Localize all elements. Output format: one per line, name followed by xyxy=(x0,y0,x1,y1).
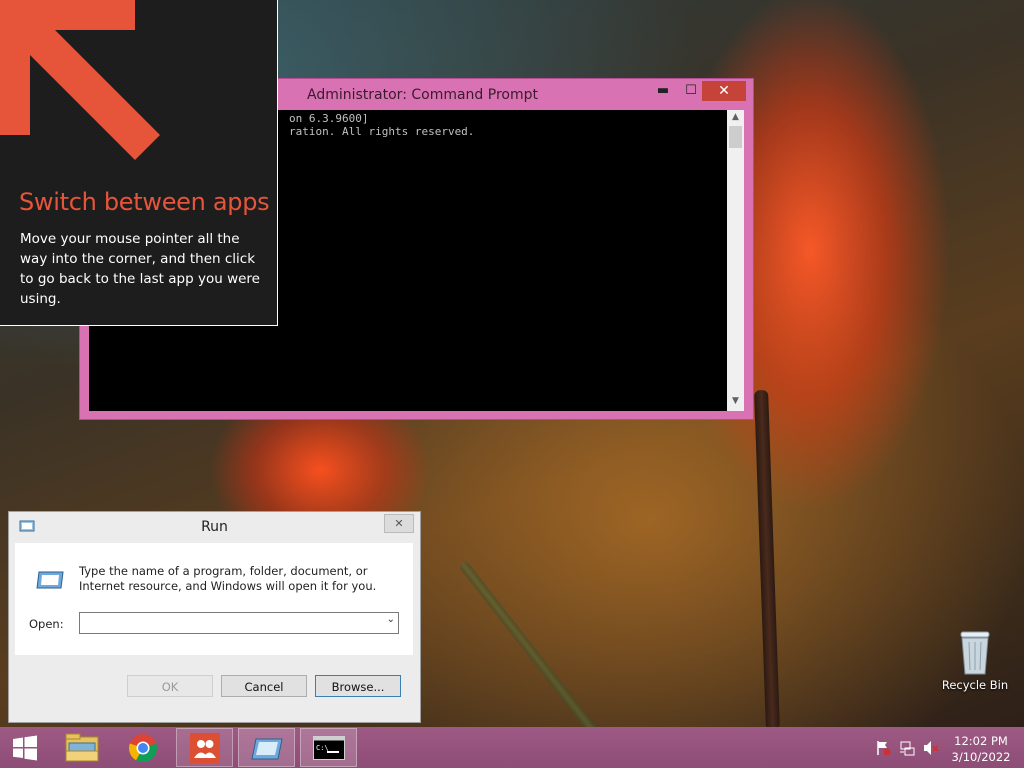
browse-button[interactable]: Browse... xyxy=(315,675,401,697)
chevron-down-icon[interactable]: ⌄ xyxy=(387,614,395,625)
network-icon[interactable] xyxy=(899,740,915,756)
recycle-bin-shortcut[interactable]: Recycle Bin xyxy=(940,630,1010,692)
taskbar-command-prompt[interactable]: C:\ xyxy=(300,728,357,767)
clock-date: 3/10/2022 xyxy=(951,750,1011,764)
open-combobox[interactable]: ⌄ xyxy=(79,612,399,634)
scroll-down-arrow-icon[interactable]: ▼ xyxy=(727,396,744,406)
cancel-button[interactable]: Cancel xyxy=(221,675,307,697)
wallpaper-leaf xyxy=(458,560,602,740)
scroll-up-arrow-icon[interactable]: ▲ xyxy=(727,112,744,122)
run-icon xyxy=(251,738,283,760)
minimize-button[interactable]: ▬ xyxy=(650,81,676,101)
run-dialog-title: Run xyxy=(201,519,228,535)
scroll-thumb[interactable] xyxy=(729,126,742,148)
run-description: Type the name of a program, folder, docu… xyxy=(79,564,377,593)
tip-body: Move your mouse pointer all the way into… xyxy=(20,231,260,307)
run-close-button[interactable]: ✕ xyxy=(384,514,414,533)
maximize-button[interactable]: ☐ xyxy=(678,81,704,101)
taskbar: C:\ 12:02 PM 3/10/2022 xyxy=(0,727,1024,768)
taskbar-people[interactable] xyxy=(176,728,233,767)
vertical-scrollbar[interactable]: ▲ ▼ xyxy=(727,110,744,411)
taskbar-file-explorer[interactable] xyxy=(54,728,111,767)
people-icon xyxy=(190,733,220,763)
action-center-flag-icon[interactable] xyxy=(875,740,891,756)
tip-panel: Switch between apps Move your mouse poin… xyxy=(0,0,278,326)
console-line-2: ration. All rights reserved. xyxy=(289,125,475,138)
run-content-area: Type the name of a program, folder, docu… xyxy=(15,543,413,655)
volume-muted-icon[interactable] xyxy=(923,740,939,756)
chrome-icon xyxy=(129,734,157,763)
tip-title: Switch between apps xyxy=(19,188,270,216)
taskbar-chrome[interactable] xyxy=(115,728,172,767)
system-clock[interactable]: 12:02 PM 3/10/2022 xyxy=(948,733,1014,765)
start-button[interactable] xyxy=(0,728,57,767)
run-dialog[interactable]: Run ✕ Type the name of a program, folder… xyxy=(8,511,421,723)
clock-time: 12:02 PM xyxy=(954,734,1008,748)
command-prompt-icon: C:\ xyxy=(313,736,345,760)
wallpaper-flower-stem xyxy=(754,389,780,731)
run-program-icon xyxy=(36,571,64,589)
recycle-bin-label: Recycle Bin xyxy=(941,678,1009,692)
svg-text:C:\: C:\ xyxy=(316,744,329,752)
recycle-bin-icon xyxy=(960,631,990,675)
taskbar-run[interactable] xyxy=(238,728,295,767)
close-button[interactable]: ✕ xyxy=(702,81,746,101)
folder-icon xyxy=(65,733,99,762)
ok-button[interactable]: OK xyxy=(127,675,213,697)
windows-logo-icon xyxy=(13,735,37,761)
cmd-window-title: Administrator: Command Prompt xyxy=(307,87,538,103)
arrow-up-left-icon xyxy=(0,0,160,160)
open-label: Open: xyxy=(29,617,64,631)
